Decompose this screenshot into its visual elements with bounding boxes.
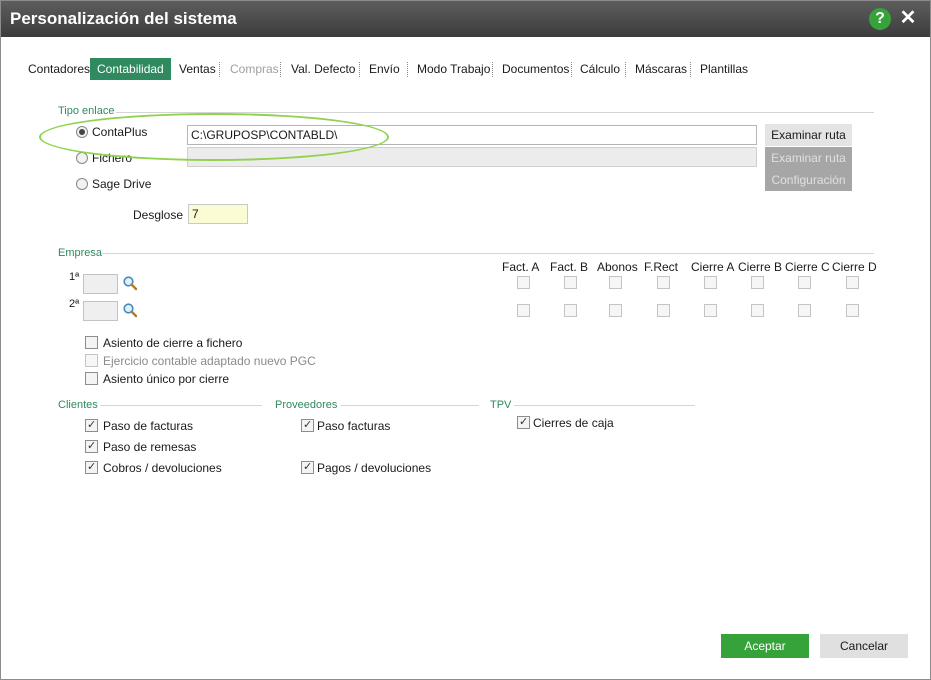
help-icon[interactable]: ? (869, 8, 891, 30)
search-icon[interactable] (122, 302, 138, 318)
empresa-1-f-rect-checkbox[interactable] (657, 276, 670, 289)
desglose-input[interactable]: 7 (188, 204, 248, 224)
empresa-2-cierre-b-checkbox[interactable] (751, 304, 764, 317)
column-header-fact-a: Fact. A (502, 260, 540, 274)
examinar-ruta-button[interactable]: Examinar ruta (765, 124, 852, 146)
tipo-enlace-section-label: Tipo enlace (58, 105, 115, 117)
clientes-section-label: Clientes (58, 399, 98, 411)
accept-button[interactable]: Aceptar (721, 634, 809, 658)
title-bar: Personalización del sistema ? ✕ (1, 1, 930, 37)
paso-facturas-clientes-checkbox[interactable] (85, 418, 98, 432)
column-header-abonos: Abonos (597, 260, 638, 274)
empresa-2-f-rect-checkbox[interactable] (657, 304, 670, 317)
tab-separator (690, 62, 691, 77)
tab-contabilidad[interactable]: Contabilidad (90, 58, 171, 80)
tab-separator (407, 62, 408, 77)
close-icon[interactable]: ✕ (898, 6, 918, 30)
empresa-1-cierre-b-checkbox[interactable] (751, 276, 764, 289)
tab-mascaras[interactable]: Máscaras (628, 58, 694, 80)
tab-calculo[interactable]: Cálculo (573, 58, 627, 80)
column-header-cierre-d: Cierre D (832, 260, 877, 274)
tpv-section-label: TPV (490, 399, 512, 411)
tab-val-defecto[interactable]: Val. Defecto (284, 58, 362, 80)
tab-envio[interactable]: Envío (362, 58, 407, 80)
empresa-2-fact-a-checkbox[interactable] (517, 304, 530, 317)
tab-separator (492, 62, 493, 77)
divider (102, 253, 874, 254)
empresa-1-input[interactable] (83, 274, 118, 294)
empresa-section-label: Empresa (58, 247, 103, 259)
dialog-window: Personalización del sistema ? ✕ Contador… (0, 0, 931, 680)
tab-separator (280, 62, 281, 77)
radio-sage-drive-button[interactable] (76, 178, 88, 190)
empresa-1-cierre-c-checkbox[interactable] (798, 276, 811, 289)
empresa-1-fact-a-checkbox[interactable] (517, 276, 530, 289)
pagos-devoluciones-label: Pagos / devoluciones (317, 461, 432, 475)
empresa-2-fact-b-checkbox[interactable] (564, 304, 577, 317)
empresa-1-cierre-a-checkbox[interactable] (704, 276, 717, 289)
radio-fichero-button[interactable] (76, 152, 88, 164)
ejercicio-contable-pgc-checkbox (85, 354, 98, 367)
proveedores-section-label: Proveedores (275, 399, 338, 411)
asiento-cierre-fichero-label: Asiento de cierre a fichero (103, 336, 243, 350)
paso-remesas-checkbox[interactable] (85, 439, 98, 453)
empresa-2-input[interactable] (83, 301, 118, 321)
tab-contadores[interactable]: Contadores (21, 58, 97, 80)
tab-modo-trabajo[interactable]: Modo Trabajo (410, 58, 497, 80)
tab-separator (219, 62, 220, 77)
tab-plantillas[interactable]: Plantillas (693, 58, 755, 80)
divider (514, 405, 695, 406)
empresa-2-cierre-c-checkbox[interactable] (798, 304, 811, 317)
paso-facturas-clientes-label: Paso de facturas (103, 419, 194, 433)
examinar-ruta-fichero-button: Examinar ruta (765, 147, 852, 169)
tab-documentos[interactable]: Documentos (495, 58, 576, 80)
asiento-cierre-fichero-checkbox[interactable] (85, 336, 98, 349)
tab-compras: Compras (230, 62, 279, 76)
column-header-cierre-b: Cierre B (738, 260, 783, 274)
cierres-caja-label: Cierres de caja (533, 416, 614, 430)
empresa-1-cierre-d-checkbox[interactable] (846, 276, 859, 289)
tab-separator (571, 62, 572, 77)
paso-facturas-proveedores-label: Paso facturas (317, 419, 391, 433)
asiento-unico-cierre-label: Asiento único por cierre (103, 372, 230, 386)
pagos-devoluciones-checkbox[interactable] (301, 460, 314, 474)
column-header-fact-b: Fact. B (550, 260, 589, 274)
column-header-cierre-a: Cierre A (691, 260, 735, 274)
cobros-devoluciones-label: Cobros / devoluciones (103, 461, 222, 475)
column-header-cierre-c: Cierre C (785, 260, 830, 274)
paso-facturas-proveedores-checkbox[interactable] (301, 418, 314, 432)
asiento-unico-cierre-checkbox[interactable] (85, 372, 98, 385)
empresa-1-abonos-checkbox[interactable] (609, 276, 622, 289)
empresa-2-abonos-checkbox[interactable] (609, 304, 622, 317)
column-header-f-rect: F.Rect (644, 260, 679, 274)
empresa-2-cierre-a-checkbox[interactable] (704, 304, 717, 317)
cobros-devoluciones-checkbox[interactable] (85, 460, 98, 474)
configuracion-button: Configuración (765, 169, 852, 191)
cierres-caja-checkbox[interactable] (517, 415, 530, 429)
empresa-1-fact-b-checkbox[interactable] (564, 276, 577, 289)
divider (100, 405, 262, 406)
search-icon[interactable] (122, 275, 138, 291)
empresa-2-label: 2ª (69, 298, 80, 310)
cancel-button[interactable]: Cancelar (820, 634, 908, 658)
divider (341, 405, 479, 406)
ejercicio-contable-pgc-label: Ejercicio contable adaptado nuevo PGC (103, 354, 316, 368)
tab-separator (625, 62, 626, 77)
empresa-1-label: 1ª (69, 271, 80, 283)
desglose-label: Desglose (133, 208, 184, 222)
window-title: Personalización del sistema (10, 9, 237, 28)
tab-ventas[interactable]: Ventas (172, 58, 223, 80)
highlight-ellipse (39, 113, 389, 161)
radio-sage-drive-label: Sage Drive (92, 177, 152, 191)
empresa-2-cierre-d-checkbox[interactable] (846, 304, 859, 317)
paso-remesas-label: Paso de remesas (103, 440, 197, 454)
tab-separator (359, 62, 360, 77)
